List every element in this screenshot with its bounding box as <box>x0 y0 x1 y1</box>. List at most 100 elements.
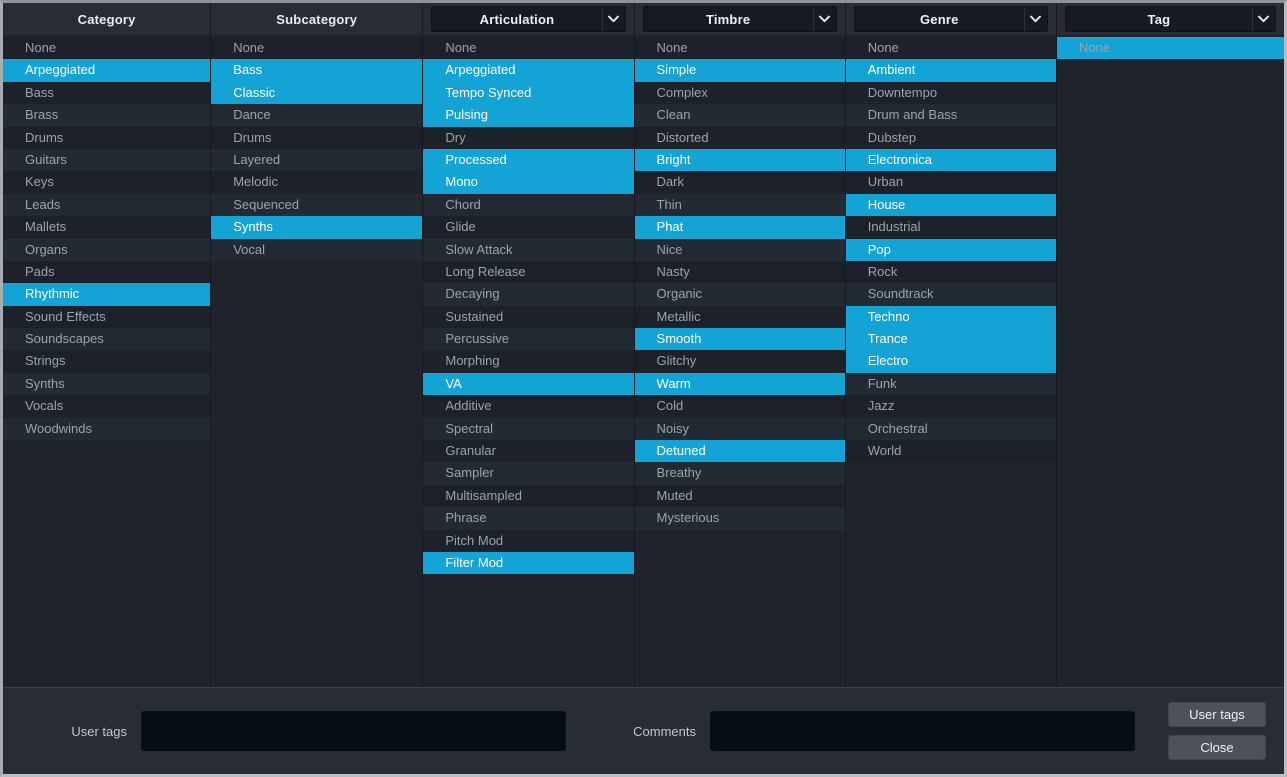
list-item[interactable]: Spectral <box>423 418 633 440</box>
list-item[interactable]: Additive <box>423 395 633 417</box>
list-item[interactable]: Jazz <box>846 395 1056 417</box>
list-item[interactable]: Glide <box>423 216 633 238</box>
list-item[interactable]: Synths <box>211 216 422 238</box>
list-item[interactable]: Rhythmic <box>3 283 210 305</box>
list-item[interactable]: Glitchy <box>635 350 845 372</box>
user-tags-input[interactable] <box>141 711 566 751</box>
list-item[interactable]: Chord <box>423 194 633 216</box>
list-item[interactable]: Arpeggiated <box>423 59 633 81</box>
list-item[interactable]: Dance <box>211 104 422 126</box>
list-item[interactable]: Long Release <box>423 261 633 283</box>
list-item[interactable]: Vocals <box>3 395 210 417</box>
list-item[interactable]: Mono <box>423 171 633 193</box>
list-item[interactable]: Breathy <box>635 462 845 484</box>
list-item[interactable]: Thin <box>635 194 845 216</box>
list-item[interactable]: Organs <box>3 239 210 261</box>
list-item[interactable]: Pitch Mod <box>423 530 633 552</box>
list-item[interactable]: Vocal <box>211 239 422 261</box>
list-item[interactable]: Woodwinds <box>3 418 210 440</box>
list-item[interactable]: Trance <box>846 328 1056 350</box>
list-item[interactable]: None <box>3 37 210 59</box>
list-item[interactable]: Percussive <box>423 328 633 350</box>
list-item[interactable]: Detuned <box>635 440 845 462</box>
list-item[interactable]: Funk <box>846 373 1056 395</box>
list-item[interactable]: Granular <box>423 440 633 462</box>
list-item[interactable]: Mallets <box>3 216 210 238</box>
user-tags-button[interactable]: User tags <box>1168 702 1266 727</box>
list-item[interactable]: Urban <box>846 171 1056 193</box>
list-item[interactable]: Keys <box>3 171 210 193</box>
list-item[interactable]: Warm <box>635 373 845 395</box>
list-item[interactable]: Downtempo <box>846 82 1056 104</box>
list-item[interactable]: Sequenced <box>211 194 422 216</box>
list-item[interactable]: Nice <box>635 239 845 261</box>
list-item[interactable]: Arpeggiated <box>3 59 210 81</box>
list-item[interactable]: Guitars <box>3 149 210 171</box>
list-item[interactable]: Processed <box>423 149 633 171</box>
list-item[interactable]: Phrase <box>423 507 633 529</box>
list-item[interactable]: Dry <box>423 127 633 149</box>
list-item[interactable]: Slow Attack <box>423 239 633 261</box>
list-item[interactable]: Multisampled <box>423 485 633 507</box>
column-header-tag[interactable]: Tag <box>1057 3 1284 35</box>
list-item[interactable]: Phat <box>635 216 845 238</box>
list-item[interactable]: Orchestral <box>846 418 1056 440</box>
list-item[interactable]: None <box>423 37 633 59</box>
list-item[interactable]: None <box>846 37 1056 59</box>
column-header-timbre[interactable]: Timbre <box>635 3 845 35</box>
list-item[interactable]: Soundscapes <box>3 328 210 350</box>
list-item[interactable]: Dubstep <box>846 127 1056 149</box>
list-item[interactable]: Synths <box>3 373 210 395</box>
list-item[interactable]: Brass <box>3 104 210 126</box>
chevron-down-icon[interactable] <box>813 7 836 31</box>
list-item[interactable]: Drums <box>211 127 422 149</box>
chevron-down-icon[interactable] <box>1252 7 1275 31</box>
list-item[interactable]: Melodic <box>211 171 422 193</box>
list-item[interactable]: Sound Effects <box>3 306 210 328</box>
list-item[interactable]: Noisy <box>635 418 845 440</box>
list-item[interactable]: Metallic <box>635 306 845 328</box>
chevron-down-icon[interactable] <box>1024 7 1047 31</box>
list-item[interactable]: Muted <box>635 485 845 507</box>
list-item[interactable]: Soundtrack <box>846 283 1056 305</box>
list-item[interactable]: Smooth <box>635 328 845 350</box>
list-item[interactable]: Bass <box>211 59 422 81</box>
dropdown-tag[interactable]: Tag <box>1065 6 1276 32</box>
list-item[interactable]: Clean <box>635 104 845 126</box>
list-item[interactable]: Techno <box>846 306 1056 328</box>
list-item[interactable]: Distorted <box>635 127 845 149</box>
list-item[interactable]: Sampler <box>423 462 633 484</box>
list-item[interactable]: Electro <box>846 350 1056 372</box>
list-item[interactable]: Industrial <box>846 216 1056 238</box>
list-item[interactable]: Drum and Bass <box>846 104 1056 126</box>
list-item[interactable]: Mysterious <box>635 507 845 529</box>
dropdown-genre[interactable]: Genre <box>854 6 1048 32</box>
list-item[interactable]: None <box>211 37 422 59</box>
list-item[interactable]: Pulsing <box>423 104 633 126</box>
list-item[interactable]: Classic <box>211 82 422 104</box>
list-item[interactable]: Rock <box>846 261 1056 283</box>
list-item[interactable]: House <box>846 194 1056 216</box>
list-item[interactable]: Sustained <box>423 306 633 328</box>
list-item[interactable]: Pads <box>3 261 210 283</box>
list-item[interactable]: Layered <box>211 149 422 171</box>
list-item[interactable]: None <box>1057 37 1284 59</box>
list-item[interactable]: None <box>635 37 845 59</box>
list-item[interactable]: Organic <box>635 283 845 305</box>
list-item[interactable]: Filter Mod <box>423 552 633 574</box>
dropdown-articulation[interactable]: Articulation <box>431 6 625 32</box>
list-item[interactable]: Dark <box>635 171 845 193</box>
list-item[interactable]: Strings <box>3 350 210 372</box>
list-item[interactable]: Leads <box>3 194 210 216</box>
list-item[interactable]: VA <box>423 373 633 395</box>
list-item[interactable]: Bright <box>635 149 845 171</box>
list-item[interactable]: World <box>846 440 1056 462</box>
dropdown-timbre[interactable]: Timbre <box>643 6 837 32</box>
list-item[interactable]: Tempo Synced <box>423 82 633 104</box>
list-item[interactable]: Cold <box>635 395 845 417</box>
column-header-genre[interactable]: Genre <box>846 3 1056 35</box>
list-item[interactable]: Nasty <box>635 261 845 283</box>
list-item[interactable]: Electronica <box>846 149 1056 171</box>
comments-input[interactable] <box>710 711 1135 751</box>
list-item[interactable]: Bass <box>3 82 210 104</box>
